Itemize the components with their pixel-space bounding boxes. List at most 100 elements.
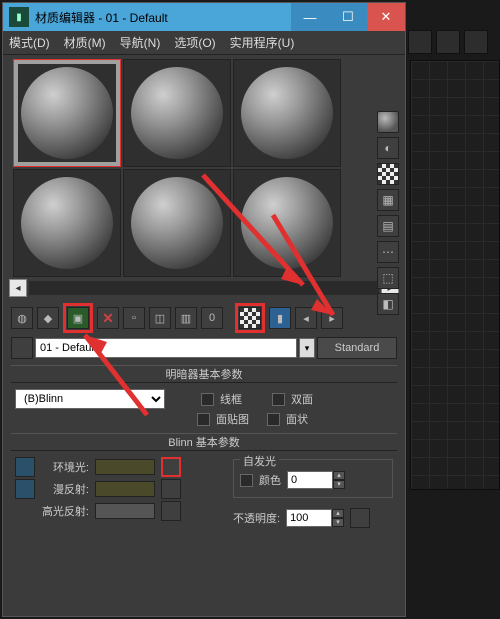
scroll-track[interactable] <box>29 281 379 295</box>
specular-color-swatch[interactable] <box>95 503 155 519</box>
sample-sphere <box>21 67 113 159</box>
selfillum-spinner[interactable]: ▴▾ <box>287 471 345 489</box>
name-dropdown-icon[interactable]: ▾ <box>299 338 315 358</box>
video-color-icon[interactable]: ▤ <box>377 215 399 237</box>
specular-label: 高光反射: <box>41 503 89 519</box>
material-name-row: ▾ Standard <box>11 337 397 359</box>
diffuse-color-swatch[interactable] <box>95 481 155 497</box>
wire-label: 线框 <box>220 391 242 407</box>
go-forward-icon[interactable]: ▸ <box>321 307 343 329</box>
material-type-button[interactable]: Standard <box>317 337 397 359</box>
bg-tool-icon[interactable] <box>436 30 460 54</box>
sample-slot-2[interactable] <box>233 59 341 167</box>
material-editor-window: ▮ 材质编辑器 - 01 - Default — ☐ ✕ 模式(D) 材质(M)… <box>2 2 406 617</box>
spin-up-icon[interactable]: ▴ <box>332 509 344 518</box>
maximize-button[interactable]: ☐ <box>329 3 367 31</box>
minimize-button[interactable]: — <box>291 3 329 31</box>
bg-tool-icon[interactable] <box>408 30 432 54</box>
diffuse-label: 漫反射: <box>41 481 89 497</box>
ambient-lock-icon[interactable] <box>15 457 35 477</box>
sample-slot-5[interactable] <box>233 169 341 277</box>
sample-sphere <box>241 67 333 159</box>
specular-map-button[interactable] <box>161 501 181 521</box>
show-end-result-icon[interactable]: ▮ <box>269 307 291 329</box>
slot-scrollbar: ◂ ▸ <box>9 279 399 297</box>
opacity-label: 不透明度: <box>233 510 280 526</box>
opacity-map-button[interactable] <box>350 508 370 528</box>
backlight-icon[interactable]: ◐ <box>377 137 399 159</box>
opacity-value[interactable] <box>286 509 332 527</box>
ambient-map-button[interactable] <box>161 457 181 477</box>
rollout-blinn-header[interactable]: Blinn 基本参数 <box>11 433 397 451</box>
select-by-material-icon[interactable]: ⬚ <box>377 267 399 289</box>
opacity-spinner[interactable]: ▴▾ <box>286 509 344 527</box>
faceted-checkbox[interactable] <box>267 413 280 426</box>
sample-uv-icon[interactable]: ▦ <box>377 189 399 211</box>
faceted-label: 面状 <box>286 411 308 427</box>
background-command-panel <box>408 30 498 54</box>
go-to-parent-icon[interactable]: ◂ <box>295 307 317 329</box>
make-copy-icon[interactable]: ▫ <box>123 307 145 329</box>
shader-panel: (B)Blinn 线框 双面 面贴图 面状 <box>11 383 397 433</box>
blinn-panel: 环境光: 漫反射: 高光反射: <box>11 451 397 534</box>
close-button[interactable]: ✕ <box>367 3 405 31</box>
selfillum-value[interactable] <box>287 471 333 489</box>
material-name-input[interactable] <box>35 338 297 358</box>
menubar: 模式(D) 材质(M) 导航(N) 选项(O) 实用程序(U) <box>3 31 405 55</box>
menu-util[interactable]: 实用程序(U) <box>230 34 295 51</box>
sample-sphere <box>131 177 223 269</box>
sample-slot-4[interactable] <box>123 169 231 277</box>
horizontal-toolbar: ◍ ◆ ▣ ✕ ▫ ◫ ▥ 0 ▮ ◂ ▸ <box>11 303 399 333</box>
window-title: 材质编辑器 - 01 - Default <box>35 9 291 26</box>
sample-slot-3[interactable] <box>13 169 121 277</box>
two-sided-label: 双面 <box>291 391 313 407</box>
menu-nav[interactable]: 导航(N) <box>120 34 161 51</box>
menu-mode[interactable]: 模式(D) <box>9 34 50 51</box>
assign-to-selection-icon[interactable]: ▣ <box>67 307 89 329</box>
spin-down-icon[interactable]: ▾ <box>333 480 345 489</box>
shader-select[interactable]: (B)Blinn <box>15 389 165 409</box>
spin-up-icon[interactable]: ▴ <box>333 471 345 480</box>
color-label: 颜色 <box>259 472 281 488</box>
sample-sphere <box>131 67 223 159</box>
self-illum-title: 自发光 <box>240 453 279 469</box>
sample-slot-0[interactable] <box>13 59 121 167</box>
make-unique-icon[interactable]: ◫ <box>149 307 171 329</box>
material-map-navigator-icon[interactable]: ◧ <box>377 293 399 315</box>
options-icon[interactable]: ⋯ <box>377 241 399 263</box>
bg-tool-icon[interactable] <box>464 30 488 54</box>
sample-sphere <box>21 177 113 269</box>
wire-checkbox[interactable] <box>201 393 214 406</box>
material-id-icon[interactable]: 0 <box>201 307 223 329</box>
spin-down-icon[interactable]: ▾ <box>332 518 344 527</box>
two-sided-checkbox[interactable] <box>272 393 285 406</box>
right-sample-toolbar: ◐ ▦ ▤ ⋯ ⬚ ◧ <box>375 111 401 315</box>
reset-map-icon[interactable]: ✕ <box>97 307 119 329</box>
put-to-library-icon[interactable]: ▥ <box>175 307 197 329</box>
background-viewport-grid <box>410 60 500 490</box>
put-to-scene-icon[interactable]: ◆ <box>37 307 59 329</box>
ambient-color-swatch[interactable] <box>95 459 155 475</box>
show-in-viewport-icon[interactable] <box>239 307 261 329</box>
sample-sphere <box>241 177 333 269</box>
assign-highlight-box: ▣ <box>63 303 93 333</box>
background-checker-icon[interactable] <box>377 163 399 185</box>
sample-type-icon[interactable] <box>377 111 399 133</box>
diffuse-lock-icon[interactable] <box>15 479 35 499</box>
sample-slots <box>13 59 401 277</box>
color-checkbox[interactable] <box>240 474 253 487</box>
facemap-checkbox[interactable] <box>197 413 210 426</box>
scroll-left-button[interactable]: ◂ <box>9 279 27 297</box>
titlebar: ▮ 材质编辑器 - 01 - Default — ☐ ✕ <box>3 3 405 31</box>
ambient-label: 环境光: <box>41 459 89 475</box>
menu-options[interactable]: 选项(O) <box>174 34 215 51</box>
app-icon: ▮ <box>9 7 29 27</box>
show-in-viewport-highlight-box <box>235 303 265 333</box>
rollout-shader-header[interactable]: 明暗器基本参数 <box>11 365 397 383</box>
self-illum-group: 自发光 颜色 ▴▾ <box>233 459 393 498</box>
menu-material[interactable]: 材质(M) <box>64 34 106 51</box>
sample-slot-1[interactable] <box>123 59 231 167</box>
get-material-icon[interactable]: ◍ <box>11 307 33 329</box>
pick-material-icon[interactable] <box>11 337 33 359</box>
diffuse-map-button[interactable] <box>161 479 181 499</box>
